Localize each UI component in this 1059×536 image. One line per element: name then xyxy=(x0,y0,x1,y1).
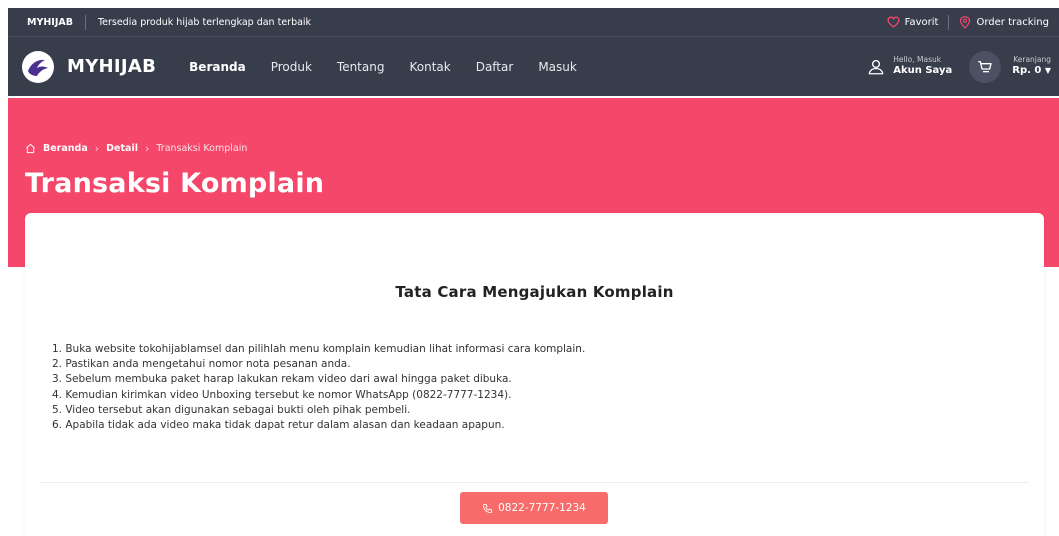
breadcrumb-current: Transaksi Komplain xyxy=(156,143,248,154)
account-button[interactable]: Hello, Masuk Akun Saya xyxy=(867,56,952,76)
user-icon xyxy=(868,59,884,74)
whatsapp-contact-button[interactable]: 0822-7777-1234 xyxy=(460,492,608,524)
favorite-label: Favorit xyxy=(904,16,939,28)
page-title: Transaksi Komplain xyxy=(25,168,325,199)
topbar-links: Favorit Order tracking xyxy=(887,14,1059,30)
breadcrumb-home[interactable]: Beranda xyxy=(43,143,88,154)
menu-item-beranda[interactable]: Beranda xyxy=(189,60,246,74)
main-menu: Beranda Produk Tentang Kontak Daftar Mas… xyxy=(189,60,602,74)
card-divider xyxy=(40,482,1029,483)
topbar-brand: MYHIJAB xyxy=(27,16,73,28)
account-label: Akun Saya xyxy=(893,65,953,77)
topbar-divider xyxy=(84,14,86,30)
account-greeting: Hello, Masuk xyxy=(893,55,942,65)
breadcrumb: Beranda › Detail › Transaksi Komplain xyxy=(25,142,247,155)
cart-icon xyxy=(978,60,992,72)
topbar-tagline: Tersedia produk hijab terlengkap dan ter… xyxy=(97,16,312,28)
favorite-link[interactable]: Favorit xyxy=(887,16,939,28)
logo-text: MYHIJAB xyxy=(67,56,157,77)
cart-total-row: Rp. 0 ▼ xyxy=(1012,65,1051,77)
complaint-card: Tata Cara Mengajukan Komplain 1. Buka we… xyxy=(25,213,1044,536)
location-pin-icon xyxy=(960,15,971,29)
topbar-divider xyxy=(948,14,950,30)
cart-label: Keranjang xyxy=(1013,55,1051,65)
menu-item-tentang[interactable]: Tentang xyxy=(337,60,385,74)
order-tracking-label: Order tracking xyxy=(976,16,1049,28)
phone-icon xyxy=(483,503,493,513)
breadcrumb-detail[interactable]: Detail xyxy=(106,143,138,154)
step-item: 6. Apabila tidak ada video maka tidak da… xyxy=(52,419,505,432)
heart-icon xyxy=(887,16,900,28)
logo-icon xyxy=(22,50,54,83)
order-tracking-link[interactable]: Order tracking xyxy=(959,15,1049,29)
chevron-right-icon: › xyxy=(94,142,100,155)
navbar-actions: Hello, Masuk Akun Saya Keranjang Rp. 0 ▼ xyxy=(867,50,1059,83)
chevron-right-icon: › xyxy=(144,142,150,155)
step-item: 5. Video tersebut akan digunakan sebagai… xyxy=(52,403,411,416)
step-item: 2. Pastikan anda mengetahui nomor nota p… xyxy=(52,358,351,371)
card-title: Tata Cara Mengajukan Komplain xyxy=(395,283,674,301)
step-item: 1. Buka website tokohijablamsel dan pili… xyxy=(52,343,586,355)
main-navbar: MYHIJAB Beranda Produk Tentang Kontak Da… xyxy=(8,37,1059,96)
top-bar: MYHIJAB Tersedia produk hijab terlengkap… xyxy=(8,8,1059,37)
menu-item-kontak[interactable]: Kontak xyxy=(409,60,450,74)
home-icon[interactable] xyxy=(25,143,36,154)
caret-down-icon: ▼ xyxy=(1044,66,1051,76)
cart-button[interactable] xyxy=(969,50,1002,83)
account-texts: Hello, Masuk Akun Saya xyxy=(893,56,952,76)
complaint-steps: 1. Buka website tokohijablamsel dan pili… xyxy=(52,342,585,433)
site-logo[interactable]: MYHIJAB xyxy=(8,50,157,83)
cart-total: Rp. 0 xyxy=(1012,65,1042,77)
menu-item-daftar[interactable]: Daftar xyxy=(476,60,514,74)
menu-item-produk[interactable]: Produk xyxy=(271,60,312,74)
step-item: 3. Sebelum membuka paket harap lakukan r… xyxy=(52,373,512,386)
menu-item-masuk[interactable]: Masuk xyxy=(538,60,577,74)
step-item: 4. Kemudian kirimkan video Unboxing ters… xyxy=(52,388,512,401)
whatsapp-number: 0822-7777-1234 xyxy=(498,502,586,514)
cart-summary[interactable]: Keranjang Rp. 0 ▼ xyxy=(1012,56,1051,76)
